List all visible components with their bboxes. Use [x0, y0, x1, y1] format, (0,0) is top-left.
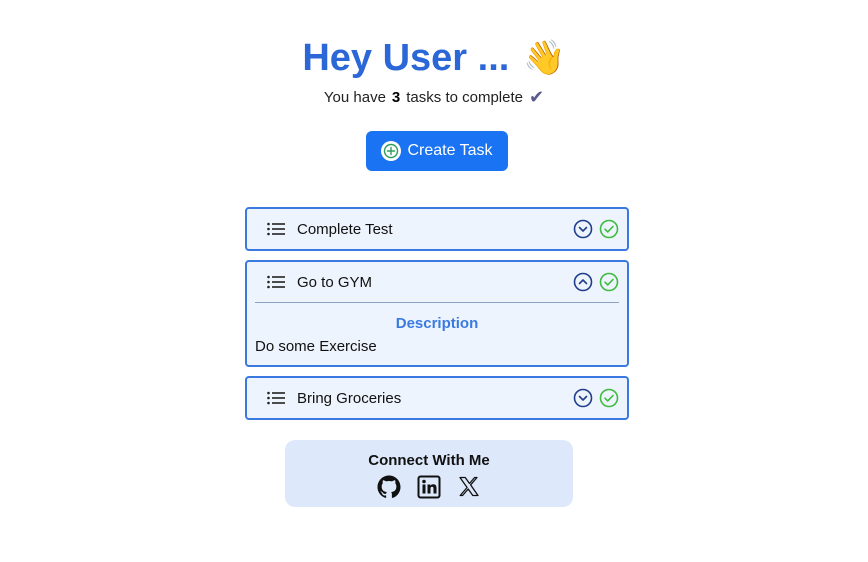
linkedin-icon[interactable]	[417, 475, 441, 499]
description-text: Do some Exercise	[255, 338, 377, 355]
task-item: Bring Groceries	[245, 376, 629, 420]
title-text: Hey User ...	[302, 37, 510, 79]
connect-title: Connect With Me	[368, 452, 490, 469]
task-name: Complete Test	[297, 220, 393, 238]
task-actions	[573, 272, 619, 292]
create-task-label: Create Task	[407, 142, 493, 159]
x-icon[interactable]	[457, 475, 481, 499]
description-heading: Description	[395, 315, 479, 332]
task-list: Complete Test Go to GYM Description Do s…	[245, 207, 629, 429]
header: Hey User ... 👋 You have 3 tasks to compl…	[0, 36, 868, 107]
connect-card: Connect With Me	[285, 440, 573, 507]
check-circle-icon[interactable]	[599, 388, 619, 408]
task-header[interactable]: Complete Test	[247, 209, 627, 249]
task-header[interactable]: Go to GYM	[247, 262, 627, 302]
list-icon	[267, 391, 285, 405]
check-circle-icon[interactable]	[599, 219, 619, 239]
github-icon[interactable]	[377, 475, 401, 499]
task-item: Complete Test	[245, 207, 629, 251]
list-icon	[267, 222, 285, 236]
task-actions	[573, 388, 619, 408]
checkmark-icon: ✔	[528, 87, 545, 107]
list-icon	[267, 275, 285, 289]
chevron-up-icon[interactable]	[573, 272, 593, 292]
chevron-down-icon[interactable]	[573, 219, 593, 239]
social-links	[285, 475, 573, 499]
task-header[interactable]: Bring Groceries	[247, 378, 627, 418]
summary-suffix: tasks to complete	[406, 88, 523, 106]
task-actions	[573, 219, 619, 239]
task-name: Bring Groceries	[297, 389, 402, 407]
task-description: Description Do some Exercise	[247, 303, 627, 365]
task-count: 3	[391, 88, 401, 106]
check-circle-icon[interactable]	[599, 272, 619, 292]
task-item-expanded: Go to GYM Description Do some Exercise	[245, 260, 629, 367]
task-name: Go to GYM	[297, 273, 373, 291]
task-summary: You have 3 tasks to complete ✔	[324, 88, 544, 106]
waving-hand-icon: 👋	[523, 39, 566, 77]
create-task-button[interactable]: Create Task	[366, 131, 508, 171]
summary-prefix: You have	[323, 88, 386, 106]
chevron-down-icon[interactable]	[573, 388, 593, 408]
plus-circle-icon	[381, 141, 402, 161]
page-title: Hey User ... 👋	[302, 36, 565, 80]
